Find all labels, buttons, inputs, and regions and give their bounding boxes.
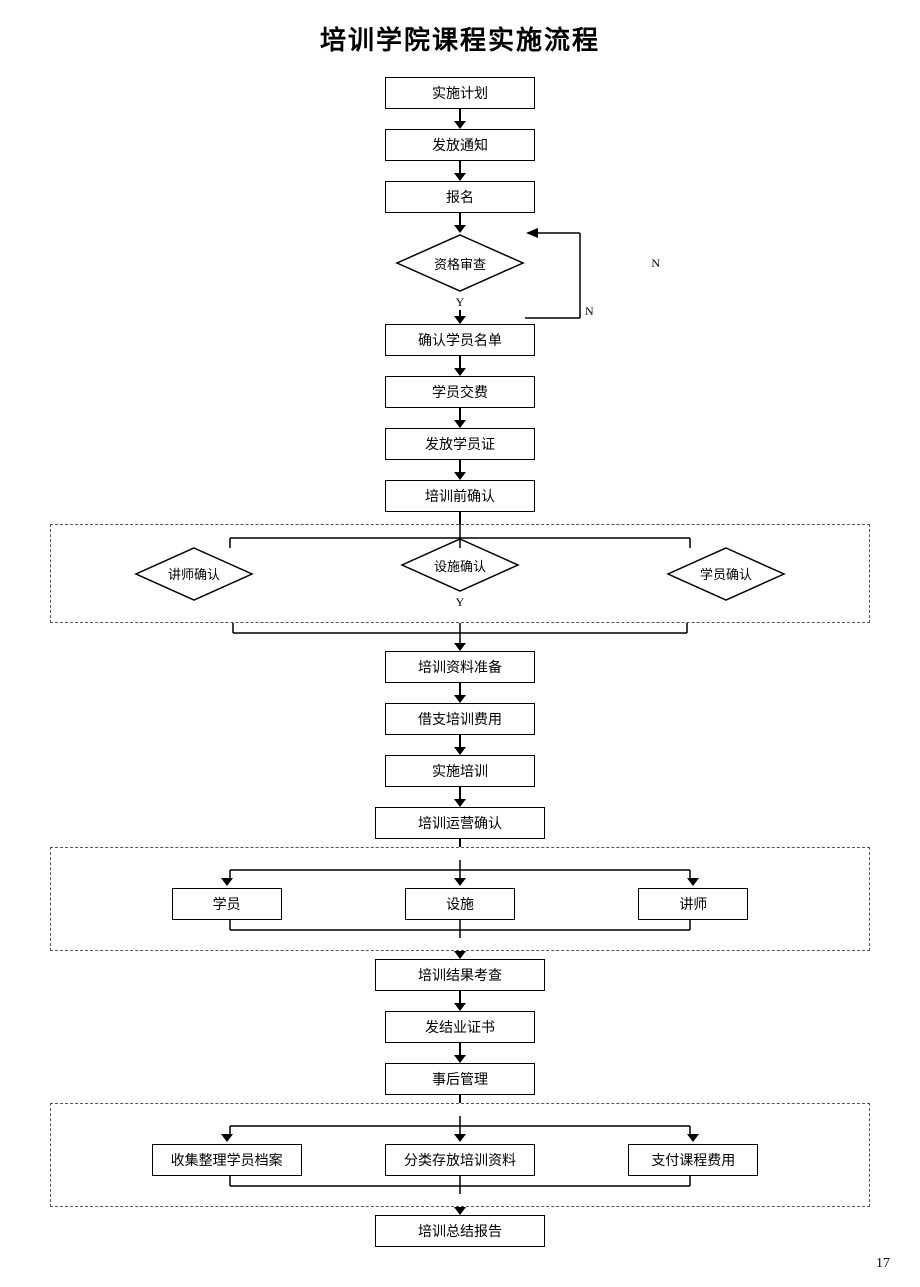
page-number: 17 (876, 1256, 890, 1272)
node-peixun-jieguo-kaocha: 培训结果考查 (375, 959, 545, 991)
col-xueyuan-box: 学员 (110, 878, 343, 920)
col-archive3: 支付课程费用 (577, 1134, 810, 1176)
node-sheshi: 设施 (405, 888, 515, 920)
node-sheshi-queren: 设施确认 (434, 556, 486, 575)
branch-area (110, 860, 810, 878)
col-archive1: 收集整理学员档案 (110, 1134, 343, 1176)
node-peixun-ziliao-zhunbei: 培训资料准备 (385, 651, 535, 683)
dashed-post-section: 学员 设施 讲师 (50, 847, 870, 951)
col-sheshi-diamond: 设施确认 Y (327, 537, 593, 610)
node-jiangshi-queren: 讲师确认 (168, 564, 220, 583)
node-fafang-tongzhi: 发放通知 (385, 129, 535, 161)
converge-area (50, 623, 870, 643)
col-xueyuan-diamond: 学员确认 (593, 546, 859, 602)
node-pay-course-fee: 支付课程费用 (628, 1144, 758, 1176)
node-collect-archive: 收集整理学员档案 (152, 1144, 302, 1176)
node-fa-jieye-zhenshu: 发结业证书 (385, 1011, 535, 1043)
node-baoming: 报名 (385, 181, 535, 213)
node-shishi-jihua: 实施计划 (385, 77, 535, 109)
col-archive2: 分类存放培训资料 (343, 1134, 576, 1176)
three-boxes-row: 学员 设施 讲师 (110, 878, 810, 920)
label-n: N (651, 256, 660, 271)
diamond-zigeshcha-wrapper: 资格审查 N (40, 233, 880, 293)
converge-area-3 (110, 1176, 810, 1194)
node-peixun-qian-queren: 培训前确认 (385, 480, 535, 512)
node-classify-archive: 分类存放培训资料 (385, 1144, 535, 1176)
node-shishi-peixun: 实施培训 (385, 755, 535, 787)
label-y-zige: Y (456, 295, 465, 310)
node-fafang-xueyuanzheng: 发放学员证 (385, 428, 535, 460)
col-jiangshi-box: 讲师 (577, 878, 810, 920)
col-sheshi-box: 设施 (343, 878, 576, 920)
col-jiangshi: 讲师确认 (61, 546, 327, 602)
branch-area-2 (110, 1116, 810, 1134)
node-jiezhi-peixun-feiyong: 借支培训费用 (385, 703, 535, 735)
node-xueyuan: 学员 (172, 888, 282, 920)
converge-area-2 (110, 920, 810, 938)
dashed-confirm-section: 讲师确认 设施确认 Y (50, 524, 870, 623)
three-diamonds-row: 讲师确认 设施确认 Y (61, 537, 859, 610)
node-peixun-zongjie-baogao: 培训总结报告 (375, 1215, 545, 1247)
node-zige-shencha: 资格审查 (434, 254, 486, 273)
flowchart: 实施计划 发放通知 报名 资格审查 (40, 77, 880, 1247)
node-queren-xueyuan-mingdan: 确认学员名单 (385, 324, 535, 356)
node-peixun-yunying-queren: 培训运营确认 (375, 807, 545, 839)
node-jiangshi: 讲师 (638, 888, 748, 920)
dashed-archive-section: 收集整理学员档案 分类存放培训资料 支付课程费用 (50, 1103, 870, 1207)
page: 培训学院课程实施流程 实施计划 发放通知 报名 (0, 0, 920, 1287)
three-archive-boxes: 收集整理学员档案 分类存放培训资料 支付课程费用 (110, 1134, 810, 1176)
node-xueyuan-queren: 学员确认 (700, 564, 752, 583)
node-shihou-guanli: 事后管理 (385, 1063, 535, 1095)
node-xueyuan-jiaofei: 学员交费 (385, 376, 535, 408)
label-y-sheshi: Y (456, 595, 465, 610)
page-title: 培训学院课程实施流程 (40, 20, 880, 57)
